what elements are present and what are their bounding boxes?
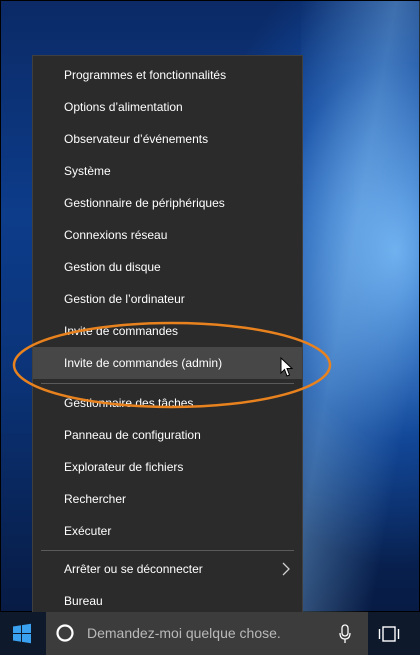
task-view-icon[interactable] xyxy=(378,624,400,644)
menu-item-power-options[interactable]: Options d’alimentation xyxy=(33,91,302,123)
menu-item-programs-features[interactable]: Programmes et fonctionnalités xyxy=(33,59,302,91)
windows-logo-icon[interactable] xyxy=(0,612,44,655)
mouse-cursor-icon xyxy=(280,357,294,377)
search-placeholder: Demandez-moi quelque chose. xyxy=(87,625,281,641)
menu-item-event-viewer[interactable]: Observateur d’événements xyxy=(33,123,302,155)
menu-item-disk-management[interactable]: Gestion du disque xyxy=(33,251,302,283)
chevron-right-icon xyxy=(282,562,290,576)
menu-item-command-prompt-admin[interactable]: Invite de commandes (admin) xyxy=(33,347,302,379)
cortana-icon xyxy=(56,624,74,642)
menu-item-task-manager[interactable]: Gestionnaire des tâches xyxy=(33,387,302,419)
search-box[interactable]: Demandez-moi quelque chose. xyxy=(46,612,368,655)
power-user-menu: Programmes et fonctionnalités Options d’… xyxy=(32,55,303,622)
menu-item-control-panel[interactable]: Panneau de configuration xyxy=(33,419,302,451)
menu-item-search[interactable]: Rechercher xyxy=(33,483,302,515)
microphone-icon[interactable] xyxy=(338,624,352,644)
menu-item-run[interactable]: Exécuter xyxy=(33,515,302,547)
menu-item-label: Arrêter ou se déconnecter xyxy=(64,562,203,576)
menu-item-device-manager[interactable]: Gestionnaire de périphériques xyxy=(33,187,302,219)
menu-item-file-explorer[interactable]: Explorateur de fichiers xyxy=(33,451,302,483)
menu-separator xyxy=(41,550,294,551)
menu-item-system[interactable]: Système xyxy=(33,155,302,187)
taskbar: Demandez-moi quelque chose. xyxy=(0,612,420,655)
menu-item-network-connections[interactable]: Connexions réseau xyxy=(33,219,302,251)
menu-separator xyxy=(41,383,294,384)
menu-item-shutdown-signout[interactable]: Arrêter ou se déconnecter xyxy=(33,553,302,585)
menu-item-computer-management[interactable]: Gestion de l’ordinateur xyxy=(33,283,302,315)
menu-item-command-prompt[interactable]: Invite de commandes xyxy=(33,315,302,347)
wallpaper-light-beam xyxy=(301,1,420,613)
